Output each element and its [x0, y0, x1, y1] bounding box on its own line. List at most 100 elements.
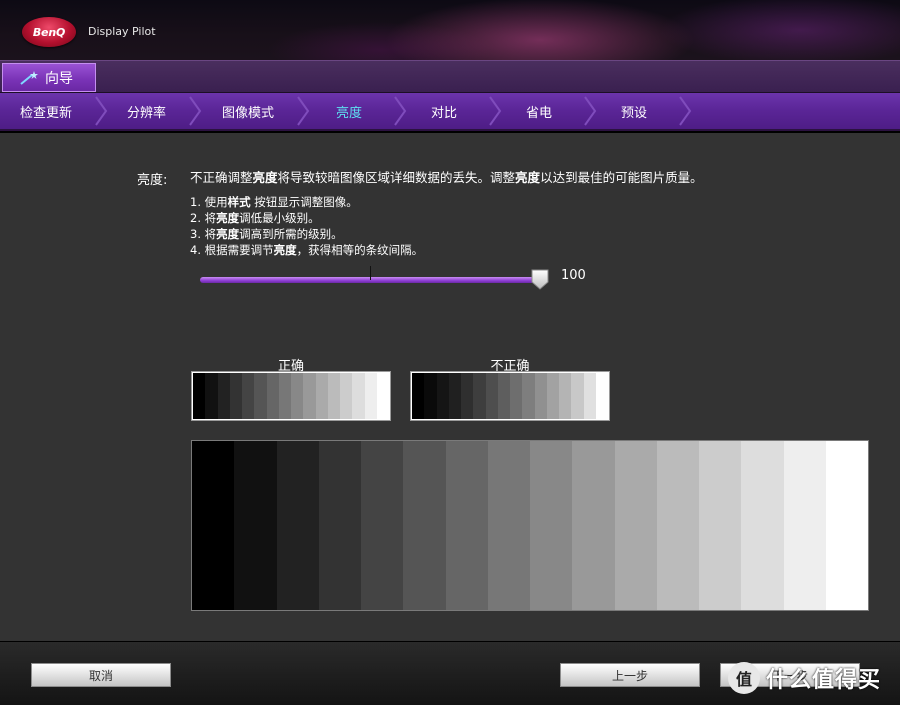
instruction-text: 调低最小级别。	[239, 211, 320, 225]
instruction-bold: 亮度	[273, 243, 297, 257]
desc-part: 以达到最佳的可能图片质量。	[540, 170, 703, 185]
gray-step	[303, 373, 316, 419]
instruction-item: 3. 将亮度调高到所需的级别。	[190, 226, 423, 242]
incorrect-swatch	[410, 371, 610, 421]
gray-bar	[361, 441, 404, 610]
steps-nav: 检查更新 分辨率 图像模式 亮度 对比 省电 预设	[0, 93, 900, 131]
step-picture-mode[interactable]: 图像模式	[222, 93, 274, 129]
correct-swatch	[191, 371, 391, 421]
gray-step	[546, 373, 559, 419]
magic-wand-icon	[20, 70, 38, 85]
app-title: Display Pilot	[88, 25, 156, 38]
slider-center-tick	[370, 266, 371, 280]
gray-step	[510, 373, 523, 419]
instruction-item: 1. 使用样式 按钮显示调整图像。	[190, 194, 423, 210]
benq-logo: BenQ	[22, 17, 76, 47]
gray-bar	[741, 441, 784, 610]
gray-step	[376, 373, 389, 419]
gray-step	[352, 373, 365, 419]
description-text: 不正确调整亮度将导致较暗图像区域详细数据的丢失。调整亮度以达到最佳的可能图片质量…	[190, 167, 703, 186]
step-label: 图像模式	[222, 105, 275, 121]
instruction-text: ，获得相等的条纹间隔。	[296, 243, 424, 257]
cancel-button[interactable]: 取消	[31, 663, 171, 687]
gray-step	[534, 373, 547, 419]
gray-bar	[572, 441, 615, 610]
gray-bar	[445, 441, 488, 610]
gray-bar	[487, 441, 530, 610]
back-button[interactable]: 上一步	[560, 663, 700, 687]
gray-bar	[403, 441, 446, 610]
gray-step	[193, 373, 206, 419]
gray-step	[559, 373, 572, 419]
step-preset[interactable]: 预设	[621, 93, 647, 129]
wizard-bar: 向导	[0, 60, 900, 93]
instruction-text: 1. 使用	[190, 195, 228, 209]
gray-step	[583, 373, 596, 419]
wizard-tab[interactable]: 向导	[2, 63, 96, 92]
step-resolution[interactable]: 分辨率	[127, 93, 166, 129]
step-label: 亮度	[336, 105, 363, 121]
instruction-bold: 亮度	[216, 227, 240, 241]
desc-bold: 亮度	[515, 170, 541, 185]
chevron-right-icon	[297, 96, 310, 126]
gray-bar	[825, 441, 868, 610]
section-label: 亮度:	[137, 173, 168, 188]
gray-step	[315, 373, 328, 419]
gray-step	[217, 373, 230, 419]
step-brightness[interactable]: 亮度	[336, 93, 362, 129]
gray-step	[571, 373, 584, 419]
gray-step	[291, 373, 304, 419]
chevron-right-icon	[584, 96, 597, 126]
step-eco[interactable]: 省电	[526, 93, 552, 129]
instruction-item: 4. 根据需要调节亮度，获得相等的条纹间隔。	[190, 242, 423, 258]
gray-step	[205, 373, 218, 419]
gray-step	[595, 373, 608, 419]
step-label: 分辨率	[127, 105, 167, 121]
step-label: 省电	[526, 105, 553, 121]
slider-thumb[interactable]	[531, 269, 549, 290]
gray-step	[461, 373, 474, 419]
instruction-text: 调高到所需的级别。	[239, 227, 343, 241]
gray-bar	[192, 441, 235, 610]
gray-step	[485, 373, 498, 419]
chevron-right-icon	[489, 96, 502, 126]
desc-bold: 亮度	[252, 170, 278, 185]
step-label: 预设	[621, 105, 648, 121]
gray-bar	[614, 441, 657, 610]
watermark: 值 什么值得买	[728, 660, 896, 696]
title-bar: BenQ Display Pilot	[0, 0, 900, 60]
desc-part: 不正确调整	[190, 170, 253, 185]
gray-step	[448, 373, 461, 419]
gray-step	[327, 373, 340, 419]
desc-part: 将导致较暗图像区域详细数据的丢失。调整	[277, 170, 516, 185]
gray-step	[242, 373, 255, 419]
chevron-right-icon	[189, 96, 202, 126]
gray-bar	[530, 441, 573, 610]
chevron-right-icon	[394, 96, 407, 126]
brightness-value: 100	[561, 268, 586, 283]
gray-bar	[318, 441, 361, 610]
gray-step	[473, 373, 486, 419]
instruction-text: 3. 将	[190, 227, 217, 241]
instruction-text: 按钮显示调整图像。	[250, 195, 358, 209]
instruction-text: 4. 根据需要调节	[190, 243, 274, 257]
gray-bar	[276, 441, 319, 610]
gray-step	[497, 373, 510, 419]
instruction-bold: 亮度	[216, 211, 240, 225]
instruction-bold: 样式	[227, 195, 251, 209]
gray-step	[522, 373, 535, 419]
watermark-text: 什么值得买	[766, 668, 882, 693]
step-check-updates[interactable]: 检查更新	[20, 93, 72, 129]
footer-bar: 取消 上一步 下一步 值 什么值得买	[0, 641, 900, 705]
gray-bar	[656, 441, 699, 610]
chevron-right-icon	[679, 96, 692, 126]
logo-text: BenQ	[32, 25, 66, 39]
gray-step	[412, 373, 425, 419]
wizard-label: 向导	[45, 70, 73, 87]
instruction-item: 2. 将亮度调低最小级别。	[190, 210, 423, 226]
step-contrast[interactable]: 对比	[431, 93, 457, 129]
gray-step	[278, 373, 291, 419]
brightness-slider[interactable]	[198, 266, 550, 290]
instruction-list: 1. 使用样式 按钮显示调整图像。 2. 将亮度调低最小级别。 3. 将亮度调高…	[190, 194, 423, 258]
watermark-badge: 值	[728, 662, 760, 694]
